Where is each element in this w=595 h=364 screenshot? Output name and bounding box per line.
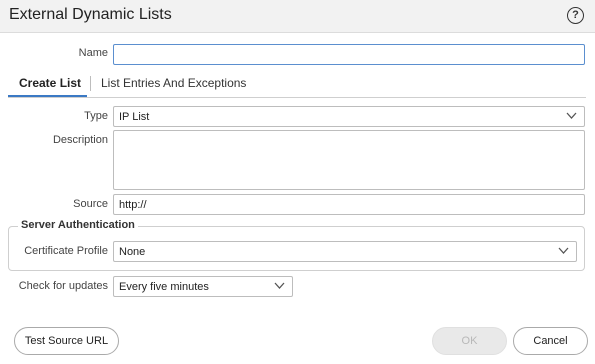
type-select[interactable]: IP List <box>113 106 585 127</box>
server-authentication-legend: Server Authentication <box>18 219 138 231</box>
cancel-button[interactable]: Cancel <box>513 327 588 355</box>
tab-bar: Create List List Entries And Exceptions <box>8 71 586 98</box>
check-for-updates-label: Check for updates <box>18 280 108 292</box>
ok-button[interactable]: OK <box>432 327 507 355</box>
type-select-value: IP List <box>119 111 150 123</box>
source-label: Source <box>73 198 108 210</box>
check-for-updates-value: Every five minutes <box>119 281 209 293</box>
certificate-profile-label: Certificate Profile <box>24 245 108 257</box>
test-source-url-button[interactable]: Test Source URL <box>14 327 119 355</box>
tab-list-entries-and-exceptions[interactable]: List Entries And Exceptions <box>101 76 246 90</box>
chevron-down-icon <box>566 112 577 119</box>
certificate-profile-value: None <box>119 246 146 258</box>
source-input[interactable]: http:// <box>113 194 585 215</box>
description-label: Description <box>52 134 108 146</box>
dialog-titlebar: External Dynamic Lists ? <box>0 0 595 33</box>
check-for-updates-select[interactable]: Every five minutes <box>113 276 293 297</box>
type-label: Type <box>84 110 108 122</box>
chevron-down-icon <box>558 247 569 254</box>
dialog-title: External Dynamic Lists <box>9 6 172 23</box>
help-circle-icon[interactable]: ? <box>567 7 584 24</box>
chevron-down-icon <box>274 282 285 289</box>
active-tab-indicator <box>8 95 87 97</box>
tab-separator <box>90 76 91 91</box>
name-label: Name <box>78 47 108 59</box>
certificate-profile-select[interactable]: None <box>113 241 577 262</box>
name-input[interactable] <box>113 44 585 65</box>
tab-create-list[interactable]: Create List <box>19 76 81 90</box>
description-textarea[interactable] <box>113 130 585 190</box>
